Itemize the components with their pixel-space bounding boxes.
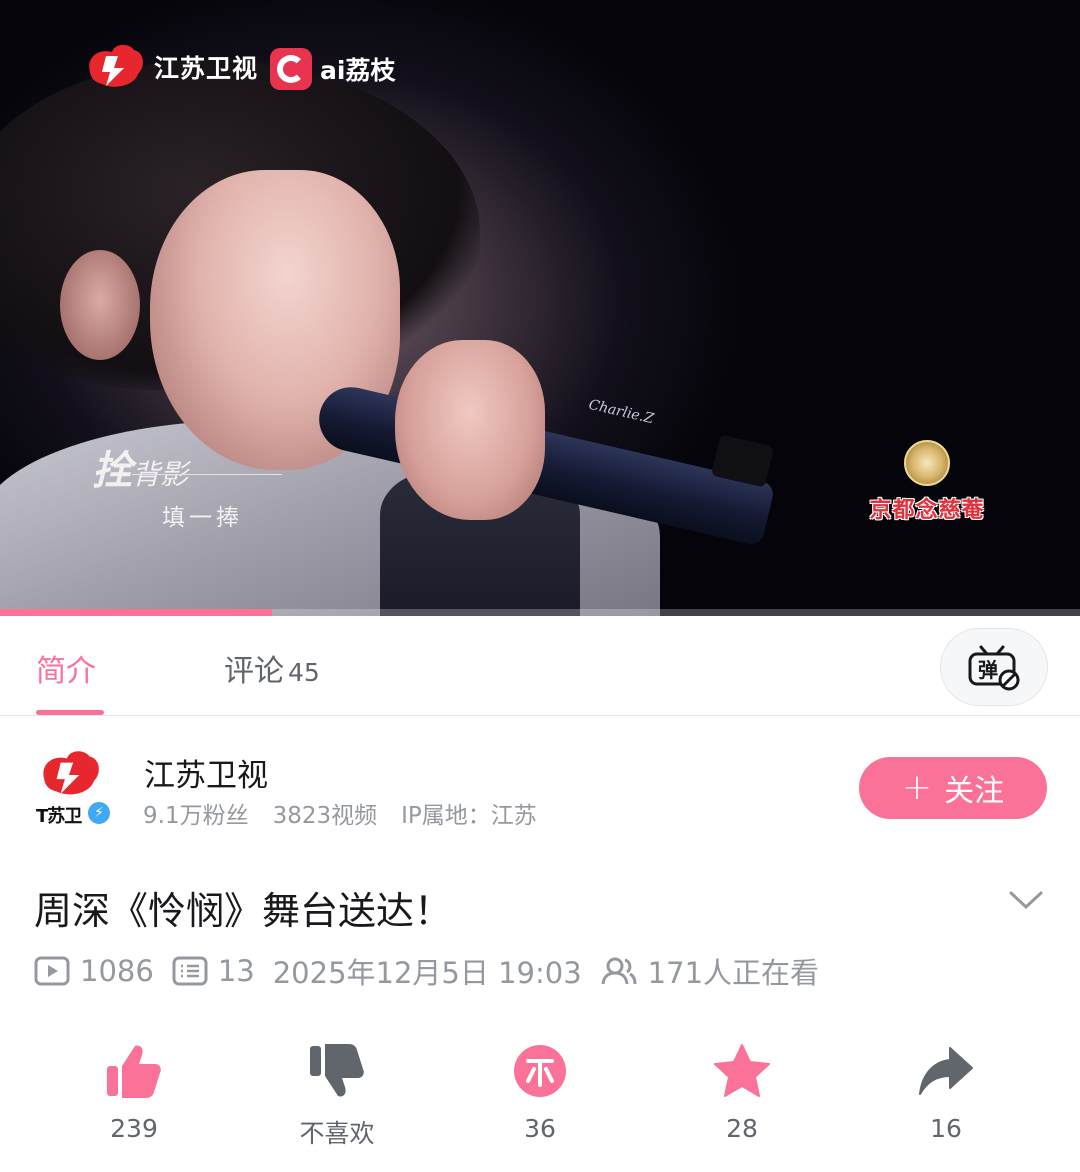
coin-button[interactable]: 36	[475, 1036, 605, 1143]
follow-button[interactable]: + 关注	[859, 757, 1047, 819]
sponsor-watermark: 京都念慈菴	[864, 440, 990, 524]
tab-intro-label: 简介	[36, 654, 96, 689]
uploader-fans: 9.1万粉丝	[143, 803, 249, 829]
watching-people-icon	[601, 957, 637, 985]
video-frame-hand	[395, 340, 545, 520]
like-button[interactable]: 239	[69, 1036, 199, 1143]
microphone-brand-text: Charlie.Z	[587, 396, 656, 428]
sponsor-name: 京都念慈菴	[869, 497, 985, 523]
video-player[interactable]: Charlie.Z 江苏卫视 ai荔枝 拴背影 填一捧 京都念慈菴	[0, 0, 1080, 616]
jiangsu-tv-avatar-logo-icon	[43, 751, 99, 795]
favorite-button[interactable]: 28	[677, 1036, 807, 1143]
play-count-icon	[34, 956, 70, 986]
channel-watermark-text: 江苏卫视	[154, 54, 259, 83]
thumbs-down-icon	[310, 1044, 364, 1097]
watching-now-value: 171人正在看	[647, 956, 820, 990]
tab-comments[interactable]: 评论 45	[224, 646, 320, 690]
danmaku-count-icon	[172, 956, 208, 986]
uploader-ip-location: IP属地：江苏	[401, 803, 537, 829]
share-button[interactable]: 16	[881, 1036, 1011, 1143]
watching-now: 171人正在看	[600, 950, 819, 992]
jiangsu-tv-logo-icon	[89, 44, 143, 87]
tab-comments-count: 45	[288, 658, 320, 687]
app-watermark: ai荔枝	[270, 48, 395, 90]
detail-tabs: 简介 评论 45 弹	[0, 616, 1080, 716]
video-frame-ear	[60, 250, 140, 360]
lyric-divider	[132, 474, 282, 475]
avatar-text: T苏卫	[36, 806, 82, 827]
share-arrow-icon	[919, 1047, 973, 1095]
chevron-down-icon[interactable]	[1008, 886, 1044, 914]
plus-icon: +	[901, 767, 933, 808]
thumbs-up-icon	[107, 1045, 161, 1098]
uploader-name[interactable]: 江苏卫视	[144, 750, 268, 795]
dislike-button[interactable]: 不喜欢	[272, 1036, 402, 1150]
svg-text:弹: 弹	[978, 658, 998, 682]
danmaku-toggle-button[interactable]: 弹	[940, 628, 1048, 706]
danmaku-count-value: 13	[217, 954, 255, 988]
play-count-value: 1086	[80, 954, 154, 988]
video-progress-fill	[0, 609, 273, 616]
channel-watermark: 江苏卫视	[84, 42, 258, 92]
publish-time-value: 2025年12月5日 19:03	[272, 956, 582, 990]
tab-intro[interactable]: 简介	[36, 646, 96, 690]
play-count: 1086	[34, 954, 154, 988]
sponsor-seal-icon	[904, 440, 950, 486]
video-title: 周深《怜悯》舞台送达！	[34, 889, 453, 933]
uploader-avatar[interactable]: T苏卫 ⚡	[36, 746, 112, 828]
video-progress-bar[interactable]	[0, 609, 1080, 616]
coin-icon	[514, 1045, 566, 1097]
action-bar: 239 不喜欢 36 28 16	[0, 1036, 1080, 1156]
like-count: 239	[110, 1114, 158, 1143]
dislike-label: 不喜欢	[299, 1119, 375, 1148]
follow-button-label: 关注	[944, 774, 1005, 809]
tab-comments-label: 评论	[224, 654, 284, 689]
uploader-video-count: 3823视频	[272, 803, 378, 829]
danmaku-count: 13	[172, 954, 255, 988]
star-icon	[714, 1044, 770, 1097]
lyric-big-char: 拴	[92, 447, 132, 494]
danmaku-off-icon: 弹	[968, 645, 1020, 691]
lizhi-logo-icon	[270, 48, 312, 90]
lyric-line-2: 填一捧	[162, 505, 243, 531]
publish-time: 2025年12月5日 19:03	[273, 950, 582, 992]
song-lyric-caption: 拴背影 填一捧	[92, 438, 282, 532]
favorite-count: 28	[726, 1114, 758, 1143]
uploader-stats: 9.1万粉丝 3823视频 IP属地：江苏	[143, 796, 561, 830]
coin-count: 36	[524, 1114, 556, 1143]
share-count: 16	[930, 1114, 962, 1143]
app-watermark-text: ai荔枝	[320, 56, 396, 85]
video-meta: 1086 13 2025年12月5日 19:03 171人正在看	[34, 952, 837, 990]
verified-lightning-icon: ⚡	[86, 800, 112, 826]
active-tab-indicator	[36, 710, 104, 715]
